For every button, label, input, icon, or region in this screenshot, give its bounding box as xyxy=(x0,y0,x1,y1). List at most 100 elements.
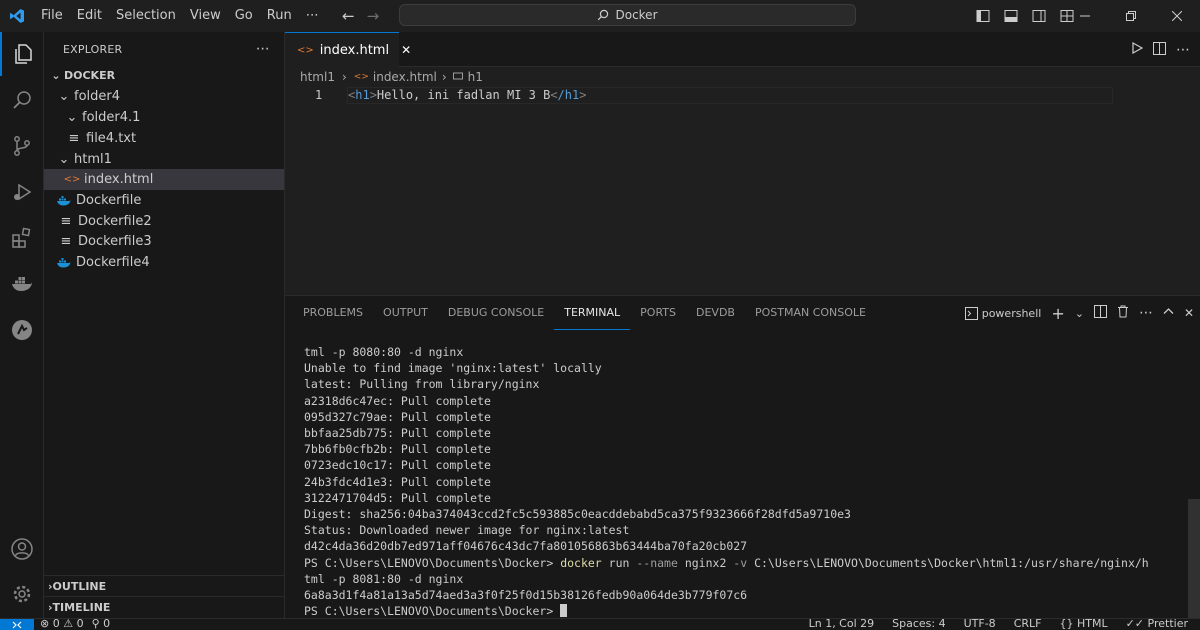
menu-view[interactable]: View xyxy=(183,0,228,32)
tree-file-dockerfile4[interactable]: Dockerfile4 xyxy=(44,252,284,273)
accounts-icon[interactable] xyxy=(0,527,44,571)
source-control-icon[interactable] xyxy=(0,124,44,168)
breadcrumb-item[interactable]: h1 xyxy=(468,70,483,84)
tree-file-dockerfile[interactable]: Dockerfile xyxy=(44,190,284,211)
toggle-primary-sidebar-icon[interactable] xyxy=(972,5,994,27)
explorer-header: EXPLORER ⋯ xyxy=(44,32,284,66)
code-line[interactable]: <h1>Hello, ini fadlan MI 3 B</h1> xyxy=(348,88,586,102)
terminal-scrollbar[interactable] xyxy=(1188,499,1200,619)
terminal-prompt: PS C:\Users\LENOVO\Documents\Docker> xyxy=(304,604,561,619)
tab-index-html[interactable]: <> index.html ✕ xyxy=(285,32,411,67)
menu-selection[interactable]: Selection xyxy=(109,0,183,32)
tab-output[interactable]: OUTPUT xyxy=(373,296,438,330)
explorer-more-icon[interactable]: ⋯ xyxy=(256,41,270,57)
indentation[interactable]: Spaces: 4 xyxy=(892,619,945,630)
html-file-icon: <> xyxy=(63,174,81,185)
terminal-command-part: run xyxy=(601,555,637,570)
docker-icon[interactable] xyxy=(0,262,44,306)
tree-file-index-html[interactable]: <> index.html xyxy=(44,169,284,190)
settings-gear-icon[interactable] xyxy=(0,572,44,616)
menu-go[interactable]: Go xyxy=(228,0,260,32)
split-terminal-icon[interactable] xyxy=(1093,305,1107,321)
html-file-icon: <> xyxy=(297,44,314,56)
error-icon: ⊗ xyxy=(40,618,50,630)
minimize-icon[interactable] xyxy=(1062,0,1108,32)
html-file-icon: <> xyxy=(353,72,369,82)
formatter-label: Prettier xyxy=(1147,618,1188,630)
terminal-output[interactable]: tml -p 8080:80 -d nginx Unable to find i… xyxy=(304,344,1184,619)
menu-file[interactable]: File xyxy=(34,0,70,32)
terminal-prompt: PS C:\Users\LENOVO\Documents\Docker> xyxy=(304,555,561,570)
terminal-icon xyxy=(964,306,978,320)
tab-debug-console[interactable]: DEBUG CONSOLE xyxy=(438,296,554,330)
search-view-icon[interactable] xyxy=(0,78,44,122)
close-tab-icon[interactable]: ✕ xyxy=(401,43,411,57)
explorer-icon[interactable] xyxy=(0,32,44,76)
more-actions-icon[interactable]: ⋯ xyxy=(1176,42,1190,58)
ports-status[interactable]: ⚲ 0 xyxy=(92,619,111,630)
kill-terminal-trash-icon[interactable] xyxy=(1117,305,1129,321)
tree-folder-folder4[interactable]: ⌄ folder4 xyxy=(44,86,284,107)
code-editor[interactable]: 1 <h1>Hello, ini fadlan MI 3 B</h1> xyxy=(285,87,1200,295)
cursor-position[interactable]: Ln 1, Col 29 xyxy=(809,619,875,630)
prettier-status[interactable]: ✓✓ Prettier xyxy=(1126,618,1188,630)
outline-section[interactable]: › OUTLINE xyxy=(44,575,284,596)
text-file-icon: ≡ xyxy=(60,234,72,249)
terminal-command-flag: -v xyxy=(733,555,748,570)
language-label: HTML xyxy=(1076,618,1108,630)
menu-more-icon[interactable]: ⋯ xyxy=(299,0,326,32)
extensions-icon[interactable] xyxy=(0,216,44,260)
restore-icon[interactable] xyxy=(1108,0,1154,32)
terminal-line: Digest: sha256:04ba374043ccd2fc5c593885c… xyxy=(304,507,851,522)
tab-devdb[interactable]: DEVDB xyxy=(686,296,745,330)
explorer-sidebar: EXPLORER ⋯ ⌄ DOCKER ⌄ folder4 ⌄ folder4.… xyxy=(44,32,285,618)
back-arrow-icon[interactable]: ← xyxy=(342,7,355,25)
menu-run[interactable]: Run xyxy=(260,0,299,32)
timeline-section[interactable]: › TIMELINE xyxy=(44,596,284,617)
tab-postman-console[interactable]: POSTMAN CONSOLE xyxy=(745,296,876,330)
tree-folder-folder4-1[interactable]: ⌄ folder4.1 xyxy=(44,107,284,128)
problems-status[interactable]: ⊗ 0 ⚠ 0 xyxy=(40,618,84,630)
terminal-line: tml -p 8080:80 -d nginx xyxy=(304,345,464,359)
close-panel-icon[interactable]: ✕ xyxy=(1184,306,1194,320)
workspace-root[interactable]: ⌄ DOCKER xyxy=(44,65,284,86)
split-editor-icon[interactable] xyxy=(1153,41,1166,58)
bottom-panel: PROBLEMS OUTPUT DEBUG CONSOLE TERMINAL P… xyxy=(285,295,1200,619)
tab-ports[interactable]: PORTS xyxy=(630,296,686,330)
tree-folder-html1[interactable]: ⌄ html1 xyxy=(44,149,284,170)
toggle-secondary-sidebar-icon[interactable] xyxy=(1028,5,1050,27)
chevron-right-icon: › xyxy=(341,70,347,84)
forward-arrow-icon[interactable]: → xyxy=(367,7,380,25)
chevron-down-icon: ⌄ xyxy=(51,69,61,82)
maximize-panel-icon[interactable] xyxy=(1163,306,1174,320)
workspace-root-label: DOCKER xyxy=(64,69,116,82)
vscode-logo-icon xyxy=(0,0,34,32)
docker-file-icon xyxy=(56,195,72,206)
new-terminal-icon[interactable]: + xyxy=(1051,304,1064,323)
tab-terminal[interactable]: TERMINAL xyxy=(554,296,631,330)
run-and-debug-icon[interactable] xyxy=(0,170,44,214)
tree-item-label: Dockerfile2 xyxy=(78,214,152,229)
command-center-search[interactable]: Docker xyxy=(399,4,856,26)
language-mode[interactable]: {} HTML xyxy=(1059,618,1108,630)
terminal-shell-selector[interactable]: powershell xyxy=(964,306,1041,320)
tab-problems[interactable]: PROBLEMS xyxy=(293,296,373,330)
breadcrumb-item[interactable]: index.html xyxy=(373,70,437,84)
tree-file-file4-txt[interactable]: ≡ file4.txt xyxy=(44,128,284,149)
remote-explorer-icon[interactable] xyxy=(0,308,44,352)
encoding[interactable]: UTF-8 xyxy=(964,619,996,630)
run-icon[interactable] xyxy=(1131,41,1144,57)
toggle-panel-icon[interactable] xyxy=(1000,5,1022,27)
text-file-icon: ≡ xyxy=(60,214,72,229)
tree-file-dockerfile3[interactable]: ≡ Dockerfile3 xyxy=(44,231,284,252)
chevron-down-icon: ⌄ xyxy=(66,110,78,125)
line-ending[interactable]: CRLF xyxy=(1014,619,1042,630)
menu-edit[interactable]: Edit xyxy=(70,0,109,32)
more-actions-icon[interactable]: ⋯ xyxy=(1139,305,1153,321)
breadcrumb-item[interactable]: html1 xyxy=(300,70,335,84)
chevron-down-icon[interactable]: ⌄ xyxy=(1075,307,1084,320)
tree-file-dockerfile2[interactable]: ≡ Dockerfile2 xyxy=(44,211,284,232)
close-window-icon[interactable] xyxy=(1154,0,1200,32)
remote-indicator-icon[interactable] xyxy=(0,619,34,630)
terminal-line: 0723edc10c17: Pull complete xyxy=(304,458,491,473)
